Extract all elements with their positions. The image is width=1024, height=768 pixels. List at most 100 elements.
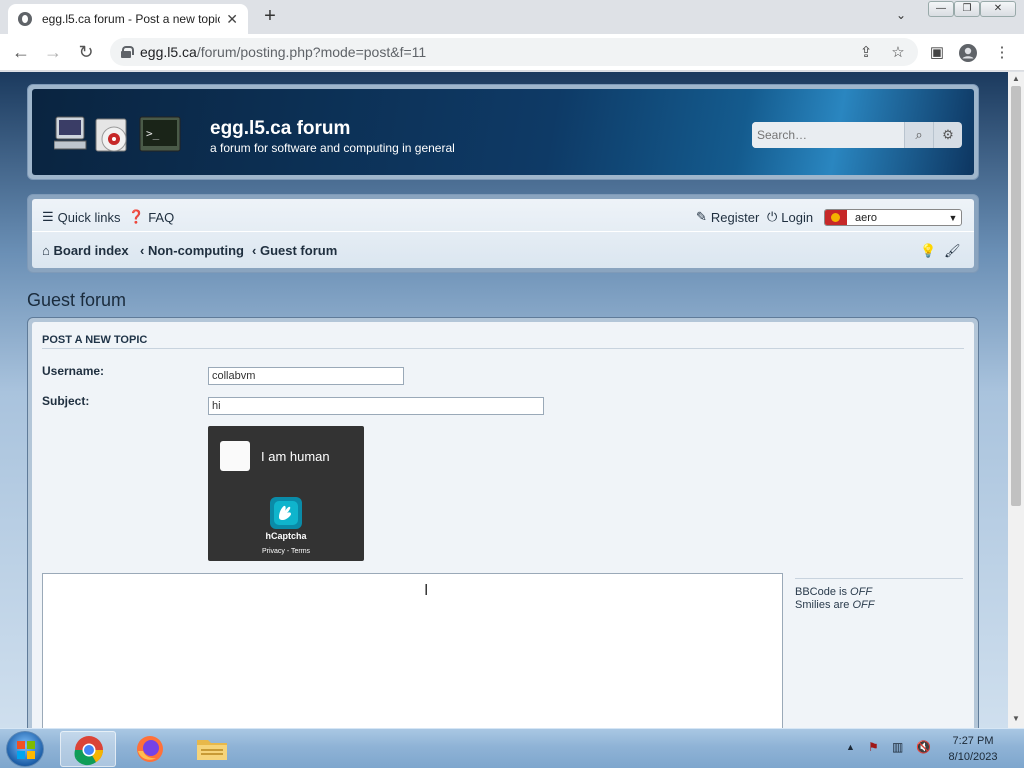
paintbrush-icon[interactable]: 🖌 xyxy=(944,243,961,259)
register-label: Register xyxy=(710,209,760,225)
smilies-text: Smilies are xyxy=(795,599,850,611)
close-tab-icon[interactable]: ✕ xyxy=(226,11,238,28)
quick-links-label: Quick links xyxy=(57,209,121,225)
hamburger-icon: ☰ xyxy=(42,209,54,224)
close-window-button[interactable]: ✕ xyxy=(980,1,1016,17)
question-circle-icon: ❓ xyxy=(128,209,145,224)
show-hidden-icons-icon[interactable]: ▲ xyxy=(846,742,855,752)
crumb-separator-icon: ‹ xyxy=(252,243,257,258)
browser-tab[interactable]: egg.l5.ca forum - Post a new topic ✕ xyxy=(8,4,248,34)
chevron-down-icon: ▼ xyxy=(948,212,958,223)
style-value: aero xyxy=(855,211,878,224)
lightbulb-icon[interactable]: 💡 xyxy=(920,243,936,259)
taskbar-firefox[interactable] xyxy=(122,731,178,767)
captcha-label: I am human xyxy=(261,449,330,464)
search-icon[interactable]: ⌕ xyxy=(904,122,933,148)
smilies-status: Smilies are OFF xyxy=(795,599,963,612)
breadcrumb-label: Board index xyxy=(53,243,129,258)
captcha-links[interactable]: Privacy - Terms xyxy=(208,548,364,555)
hcaptcha-logo-icon xyxy=(270,497,302,529)
power-icon: ⏻ xyxy=(767,209,778,224)
profile-icon[interactable] xyxy=(958,43,978,63)
page-scrollbar[interactable]: ▲ ▼ xyxy=(1008,72,1024,728)
windows-taskbar: ▲ ⚑ ▥ 🔇 7:27 PM 8/10/2023 xyxy=(0,728,1024,768)
breadcrumb-guest-forum[interactable]: ‹ Guest forum xyxy=(252,243,337,258)
maximize-button[interactable]: ❐ xyxy=(954,1,980,17)
scrollbar-thumb[interactable] xyxy=(1011,86,1021,506)
globe-icon xyxy=(18,12,32,26)
edit-icon: ✎ xyxy=(696,209,707,224)
minimize-button[interactable]: — xyxy=(928,1,954,17)
forum-header: >_ egg.l5.ca forum a forum for software … xyxy=(27,84,979,180)
reload-icon[interactable]: ↻ xyxy=(75,42,97,64)
action-center-flag-icon[interactable]: ⚑ xyxy=(868,740,879,754)
taskbar-clock[interactable]: 7:27 PM 8/10/2023 xyxy=(944,733,1002,765)
forward-icon[interactable]: → xyxy=(42,42,64,64)
site-description: a forum for software and computing in ge… xyxy=(210,141,455,155)
captcha-checkbox[interactable] xyxy=(220,441,250,471)
site-logo[interactable]: >_ xyxy=(54,113,184,157)
search-box: ⌕ ⚙ xyxy=(752,122,962,148)
windows-logo-icon xyxy=(17,741,35,759)
firefox-icon xyxy=(137,736,163,762)
panel-divider xyxy=(42,348,964,349)
search-input[interactable] xyxy=(752,122,904,148)
clock-time: 7:27 PM xyxy=(952,735,994,747)
login-label: Login xyxy=(781,209,814,225)
faq-label: FAQ xyxy=(148,209,175,225)
taskbar-explorer[interactable] xyxy=(184,731,240,767)
address-bar[interactable]: egg.l5.ca/forum/posting.php?mode=post&f=… xyxy=(110,38,918,66)
svg-text:>_: >_ xyxy=(146,127,160,140)
network-icon[interactable]: ▥ xyxy=(892,740,903,754)
folder-icon xyxy=(197,740,227,760)
panel-title: Post a new topic xyxy=(42,334,148,346)
share-icon[interactable]: ⇪ xyxy=(856,43,876,63)
start-button[interactable] xyxy=(6,731,44,767)
crumb-separator-icon: ‹ xyxy=(140,243,145,258)
bookmark-star-icon[interactable]: ☆ xyxy=(888,43,908,63)
page-viewport: >_ egg.l5.ca forum a forum for software … xyxy=(0,72,1008,728)
breadcrumb-non-computing[interactable]: ‹ Non-computing xyxy=(140,243,244,258)
smilies-value: OFF xyxy=(852,599,875,611)
post-options-sidebar: BBCode is OFF Smilies are OFF xyxy=(795,578,963,612)
advanced-search-gear-icon[interactable]: ⚙ xyxy=(933,122,962,148)
scroll-down-icon[interactable]: ▼ xyxy=(1008,714,1024,726)
tab-search-icon[interactable]: ⌄ xyxy=(896,8,906,22)
subject-label: Subject: xyxy=(42,394,90,408)
quick-links-menu[interactable]: ☰ Quick links xyxy=(42,209,121,225)
login-link[interactable]: ⏻ Login xyxy=(767,209,813,225)
bbcode-value: OFF xyxy=(850,586,873,598)
new-tab-button[interactable]: + xyxy=(258,5,282,29)
tab-title: egg.l5.ca forum - Post a new topic xyxy=(42,12,221,26)
scroll-up-icon[interactable]: ▲ xyxy=(1008,74,1024,86)
breadcrumb-label: Non-computing xyxy=(147,243,245,258)
forum-navbar: ☰ Quick links ❓ FAQ ✎ Register ⏻ Login aero … xyxy=(27,194,979,273)
text-cursor-icon: I xyxy=(424,582,429,599)
username-field[interactable] xyxy=(208,367,404,385)
side-panel-icon[interactable]: ▣ xyxy=(927,43,947,63)
site-title[interactable]: egg.l5.ca forum xyxy=(210,118,350,140)
lock-icon[interactable] xyxy=(120,46,134,58)
back-icon[interactable]: ← xyxy=(10,42,32,64)
subject-field[interactable] xyxy=(208,397,544,415)
bbcode-text: BBCode is xyxy=(795,586,847,598)
page-title[interactable]: Guest forum xyxy=(27,290,126,311)
chrome-icon xyxy=(74,736,103,766)
style-badge-icon xyxy=(825,210,847,225)
post-form-panel: Post a new topic Username: Subject: I am… xyxy=(27,317,979,728)
bbcode-status: BBCode is OFF xyxy=(795,586,963,599)
url-path: /forum/posting.php?mode=post&f=11 xyxy=(196,44,427,60)
home-icon: ⌂ xyxy=(42,243,50,258)
username-label: Username: xyxy=(42,364,105,378)
breadcrumb-board-index[interactable]: ⌂ Board index xyxy=(42,243,129,258)
tab-strip: egg.l5.ca forum - Post a new topic ✕ + ⌄… xyxy=(0,0,1024,34)
volume-muted-icon[interactable]: 🔇 xyxy=(916,740,931,754)
hcaptcha-widget: I am human hCaptcha Privacy - Terms xyxy=(208,426,364,561)
register-link[interactable]: ✎ Register xyxy=(696,209,759,225)
message-textarea[interactable]: I xyxy=(42,573,783,728)
taskbar-chrome[interactable] xyxy=(60,731,116,767)
browser-toolbar: ← → ↻ egg.l5.ca/forum/posting.php?mode=p… xyxy=(0,34,1024,71)
menu-icon[interactable]: ⋮ xyxy=(992,43,1012,63)
style-selector[interactable]: aero ▼ xyxy=(824,209,962,226)
faq-link[interactable]: ❓ FAQ xyxy=(128,209,174,225)
